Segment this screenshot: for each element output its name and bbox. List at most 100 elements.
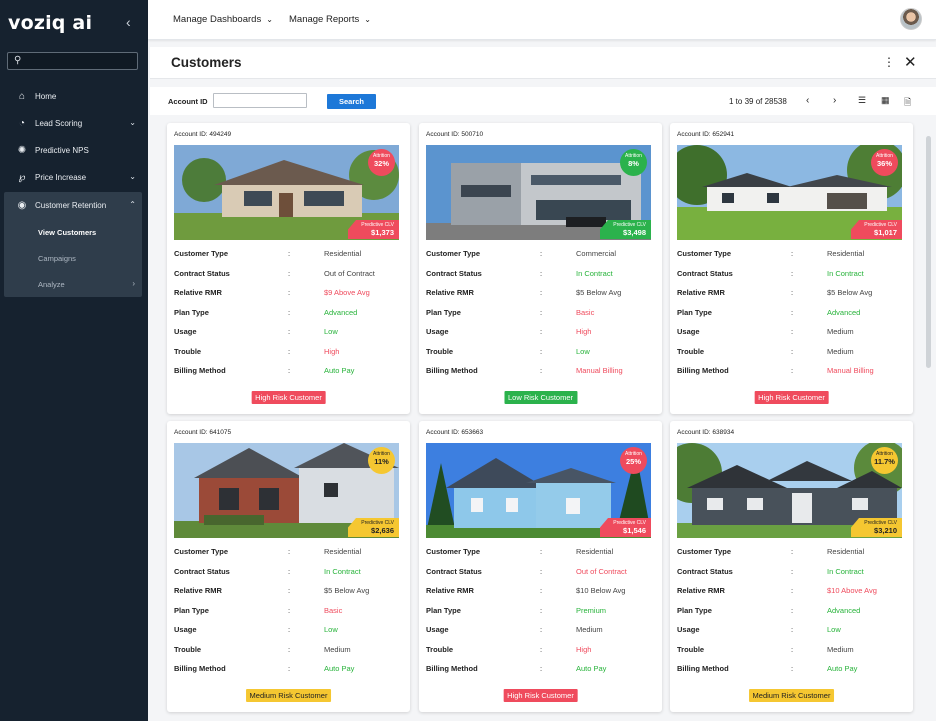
- field-label: Customer Type: [426, 547, 481, 556]
- field-colon: :: [791, 664, 794, 673]
- sidebar-item-lead-scoring[interactable]: ◔ Lead Scoring ⌄: [4, 110, 142, 137]
- field-label: Trouble: [426, 346, 454, 356]
- field-label: Contract Status: [174, 268, 230, 278]
- prev-page-icon[interactable]: ‹: [806, 95, 809, 106]
- field-value: Out of Contract: [576, 566, 627, 576]
- field-colon: :: [288, 625, 291, 634]
- field-colon: :: [791, 268, 794, 278]
- sidebar-subitem-view-customers[interactable]: View Customers: [4, 219, 142, 245]
- sidebar-item-label: Customer Retention: [35, 201, 107, 210]
- property-photo: Attrition 36% Predictive CLV $1,017: [677, 145, 902, 240]
- grid-view-icon[interactable]: ▦: [881, 95, 890, 106]
- field-label: Plan Type: [677, 307, 712, 317]
- card-field-row: Usage : Medium: [426, 625, 656, 645]
- collapse-sidebar-icon[interactable]: ‹: [126, 14, 131, 30]
- card-field-row: Contract Status : In Contract: [426, 269, 656, 289]
- account-id-input[interactable]: [213, 93, 307, 108]
- scrollbar[interactable]: [926, 136, 931, 368]
- clv-tag: Predictive CLV $3,210: [851, 518, 902, 537]
- attrition-badge: Attrition 8%: [620, 149, 647, 176]
- customer-card[interactable]: Account ID: 652941 Attrition 36% Predict…: [670, 123, 913, 414]
- field-value: Low: [324, 625, 338, 634]
- customer-card[interactable]: Account ID: 638934 Attrition 11.7% Predi…: [670, 421, 913, 712]
- attrition-value: 8%: [628, 158, 639, 168]
- card-field-row: Billing Method : Auto Pay: [174, 664, 404, 684]
- price-icon: ℘: [18, 172, 26, 183]
- sidebar-nav: ⌂ Home ◔ Lead Scoring ⌄ ✺ Predictive NPS…: [4, 83, 142, 297]
- field-colon: :: [540, 366, 543, 375]
- field-colon: :: [288, 566, 291, 576]
- sidebar-subitem-campaigns[interactable]: Campaigns: [4, 245, 142, 271]
- card-field-row: Customer Type : Commercial: [426, 249, 656, 269]
- field-value: Medium: [324, 644, 351, 654]
- clv-tag: Predictive CLV $1,546: [600, 518, 651, 537]
- sidebar-item-home[interactable]: ⌂ Home: [4, 83, 142, 110]
- card-field-row: Billing Method : Manual Billing: [426, 366, 656, 386]
- field-label: Trouble: [426, 644, 454, 654]
- customer-card[interactable]: Account ID: 494249 Attrition 32% Predict…: [167, 123, 410, 414]
- card-field-row: Relative RMR : $5 Below Avg: [677, 288, 907, 308]
- field-colon: :: [540, 547, 543, 556]
- sidebar-item-predictive-nps[interactable]: ✺ Predictive NPS: [4, 137, 142, 164]
- field-label: Billing Method: [174, 664, 226, 673]
- field-label: Usage: [426, 327, 449, 336]
- field-colon: :: [791, 586, 794, 595]
- attrition-value: 36%: [876, 158, 892, 168]
- field-colon: :: [540, 566, 543, 576]
- attrition-value: 32%: [373, 158, 389, 168]
- field-label: Billing Method: [677, 366, 729, 375]
- field-colon: :: [540, 327, 543, 336]
- manage-dashboards-menu[interactable]: Manage Dashboards ⌄: [173, 14, 273, 25]
- field-value: Medium: [827, 327, 854, 336]
- clv-value: $2,636: [371, 526, 394, 535]
- next-page-icon[interactable]: ›: [833, 95, 836, 106]
- clv-value: $3,210: [874, 526, 897, 535]
- sidebar-search-input[interactable]: ⚲: [7, 52, 138, 70]
- clv-tag: Predictive CLV $1,017: [851, 220, 902, 239]
- card-field-row: Trouble : Medium: [677, 347, 907, 367]
- field-value: Residential: [827, 547, 865, 556]
- card-field-row: Billing Method : Auto Pay: [677, 664, 907, 684]
- field-value: Auto Pay: [827, 664, 858, 673]
- sidebar-subitem-label: Analyze: [38, 279, 65, 289]
- field-value: Auto Pay: [324, 366, 355, 375]
- field-colon: :: [791, 249, 794, 258]
- card-field-row: Plan Type : Advanced: [677, 606, 907, 626]
- customer-card[interactable]: Account ID: 641075 Attrition 11% Predict…: [167, 421, 410, 712]
- clv-value: $1,546: [623, 526, 646, 535]
- customer-card[interactable]: Account ID: 653663 Attrition 25% Predict…: [419, 421, 662, 712]
- field-label: Relative RMR: [174, 586, 222, 595]
- field-colon: :: [540, 288, 543, 297]
- sidebar-item-price-increase[interactable]: ℘ Price Increase ⌄: [4, 164, 142, 191]
- card-field-row: Trouble : High: [174, 347, 404, 367]
- property-photo: Attrition 11.7% Predictive CLV $3,210: [677, 443, 902, 538]
- field-value: Residential: [576, 547, 614, 556]
- field-label: Customer Type: [174, 547, 229, 556]
- close-icon[interactable]: ✕: [904, 53, 917, 71]
- card-field-row: Usage : Low: [174, 327, 404, 347]
- risk-badge: Low Risk Customer: [503, 391, 578, 404]
- field-label: Customer Type: [426, 249, 481, 258]
- card-field-row: Customer Type : Residential: [677, 249, 907, 269]
- user-avatar[interactable]: [900, 8, 922, 30]
- chevron-down-icon: ⌄: [364, 15, 371, 24]
- customer-card[interactable]: Account ID: 500710 Attrition 8% Predicti…: [419, 123, 662, 414]
- field-value: In Contract: [576, 268, 613, 278]
- sidebar-item-label: Predictive NPS: [35, 146, 89, 155]
- more-options-icon[interactable]: ⋮: [883, 55, 895, 69]
- field-colon: :: [540, 268, 543, 278]
- card-field-row: Customer Type : Residential: [677, 547, 907, 567]
- card-field-row: Billing Method : Auto Pay: [426, 664, 656, 684]
- export-file-icon[interactable]: 🗎: [904, 95, 911, 111]
- sidebar-subitem-label: View Customers: [38, 227, 97, 237]
- list-view-icon[interactable]: ☰: [858, 95, 866, 106]
- field-label: Customer Type: [174, 249, 229, 258]
- field-value: In Contract: [827, 268, 864, 278]
- pagination-text: 1 to 39 of 28538: [729, 97, 787, 106]
- sidebar-subitem-analyze[interactable]: Analyze ›: [4, 271, 142, 297]
- sidebar-item-customer-retention[interactable]: ◉ Customer Retention ⌃: [4, 192, 142, 219]
- field-colon: :: [288, 249, 291, 258]
- sidebar-item-label: Home: [35, 92, 57, 101]
- search-button[interactable]: Search: [327, 94, 376, 109]
- manage-reports-menu[interactable]: Manage Reports ⌄: [289, 14, 371, 25]
